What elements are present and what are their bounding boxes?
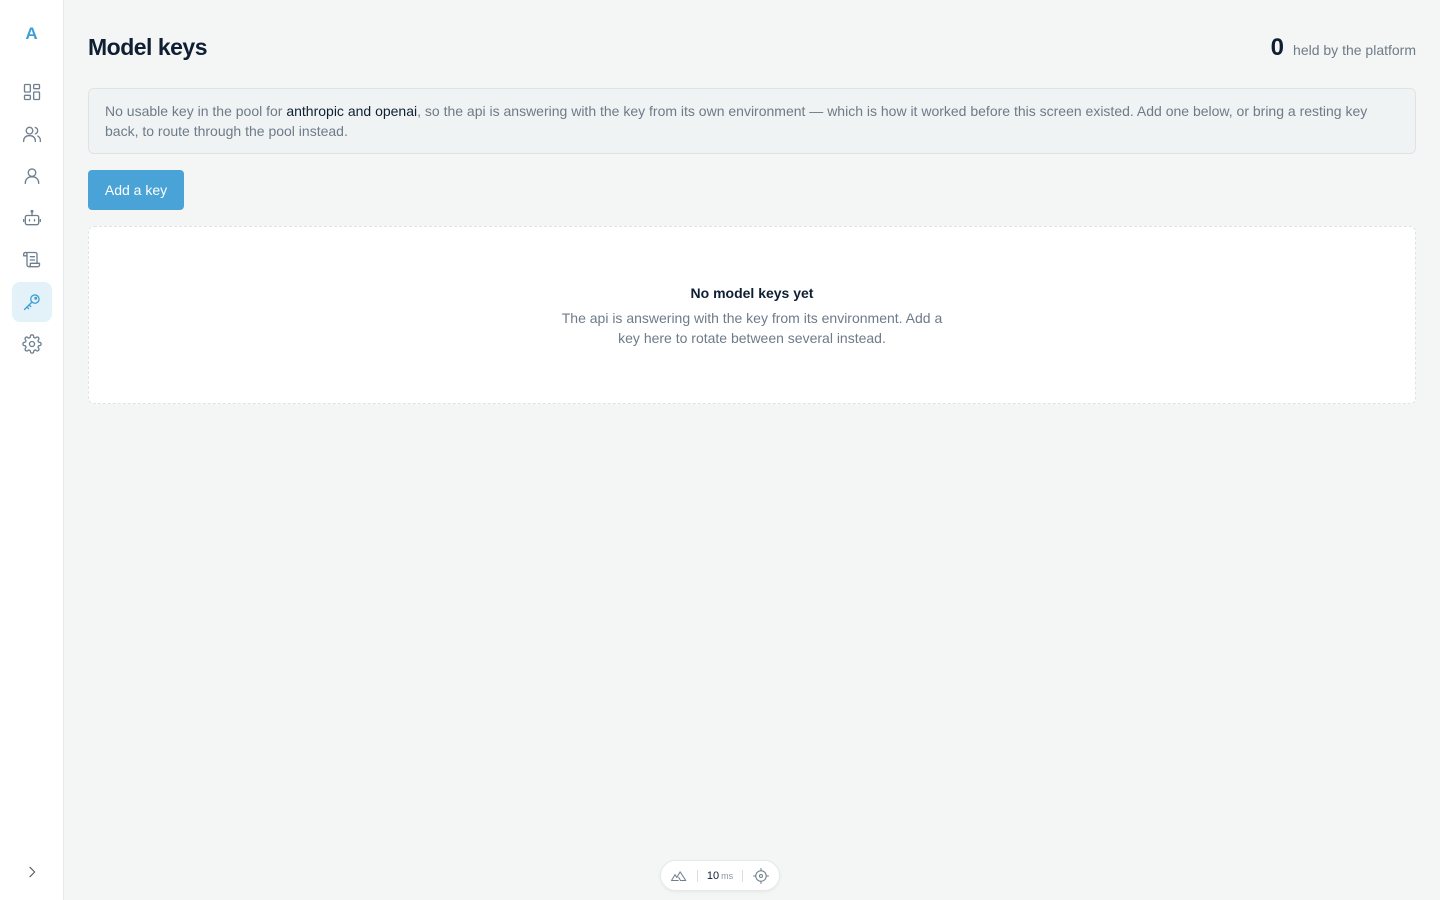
app-logo[interactable]: A bbox=[0, 24, 63, 44]
platform-key-count: 0 held by the platform bbox=[1271, 34, 1416, 62]
sidebar-item-users[interactable] bbox=[12, 156, 52, 196]
sidebar-item-model-keys[interactable] bbox=[12, 282, 52, 322]
grid-icon bbox=[23, 83, 41, 101]
fallback-notice: No usable key in the pool for anthropic … bbox=[88, 88, 1416, 154]
chevron-right-icon bbox=[29, 866, 36, 878]
latency-value: 10 bbox=[706, 869, 720, 882]
sidebar-item-logs[interactable] bbox=[12, 240, 52, 280]
sidebar-item-agents[interactable] bbox=[12, 198, 52, 238]
sidebar: A bbox=[0, 0, 64, 900]
users-icon bbox=[23, 126, 41, 143]
page-title: Model keys bbox=[88, 34, 208, 60]
add-key-button[interactable]: Add a key bbox=[88, 170, 184, 210]
crosshair-icon[interactable] bbox=[752, 867, 770, 885]
stat-label: held by the platform bbox=[1293, 42, 1416, 58]
empty-state-description: The api is answering with the key from i… bbox=[561, 310, 943, 346]
latency-unit: ms bbox=[721, 870, 734, 881]
notice-text-before: No usable key in the pool for bbox=[105, 103, 287, 119]
empty-state-title: No model keys yet bbox=[690, 285, 814, 301]
nuxt-logo-icon[interactable] bbox=[670, 867, 688, 885]
latency-readout: 10 ms bbox=[707, 870, 733, 882]
gear-icon bbox=[22, 334, 42, 354]
sidebar-item-teams[interactable] bbox=[12, 114, 52, 154]
robot-icon bbox=[23, 209, 41, 226]
sidebar-collapse-button[interactable] bbox=[12, 852, 52, 892]
stat-value: 0 bbox=[1270, 34, 1285, 61]
divider bbox=[696, 869, 698, 882]
sidebar-item-settings[interactable] bbox=[12, 324, 52, 364]
notice-providers: anthropic and openai bbox=[286, 103, 418, 119]
devtools-bar: 10 ms bbox=[660, 860, 780, 891]
empty-state: No model keys yet The api is answering w… bbox=[88, 226, 1416, 404]
key-icon bbox=[23, 294, 40, 311]
scroll-icon bbox=[23, 251, 41, 268]
sidebar-item-dashboard[interactable] bbox=[12, 72, 52, 112]
user-icon bbox=[24, 168, 40, 185]
divider bbox=[742, 869, 744, 882]
